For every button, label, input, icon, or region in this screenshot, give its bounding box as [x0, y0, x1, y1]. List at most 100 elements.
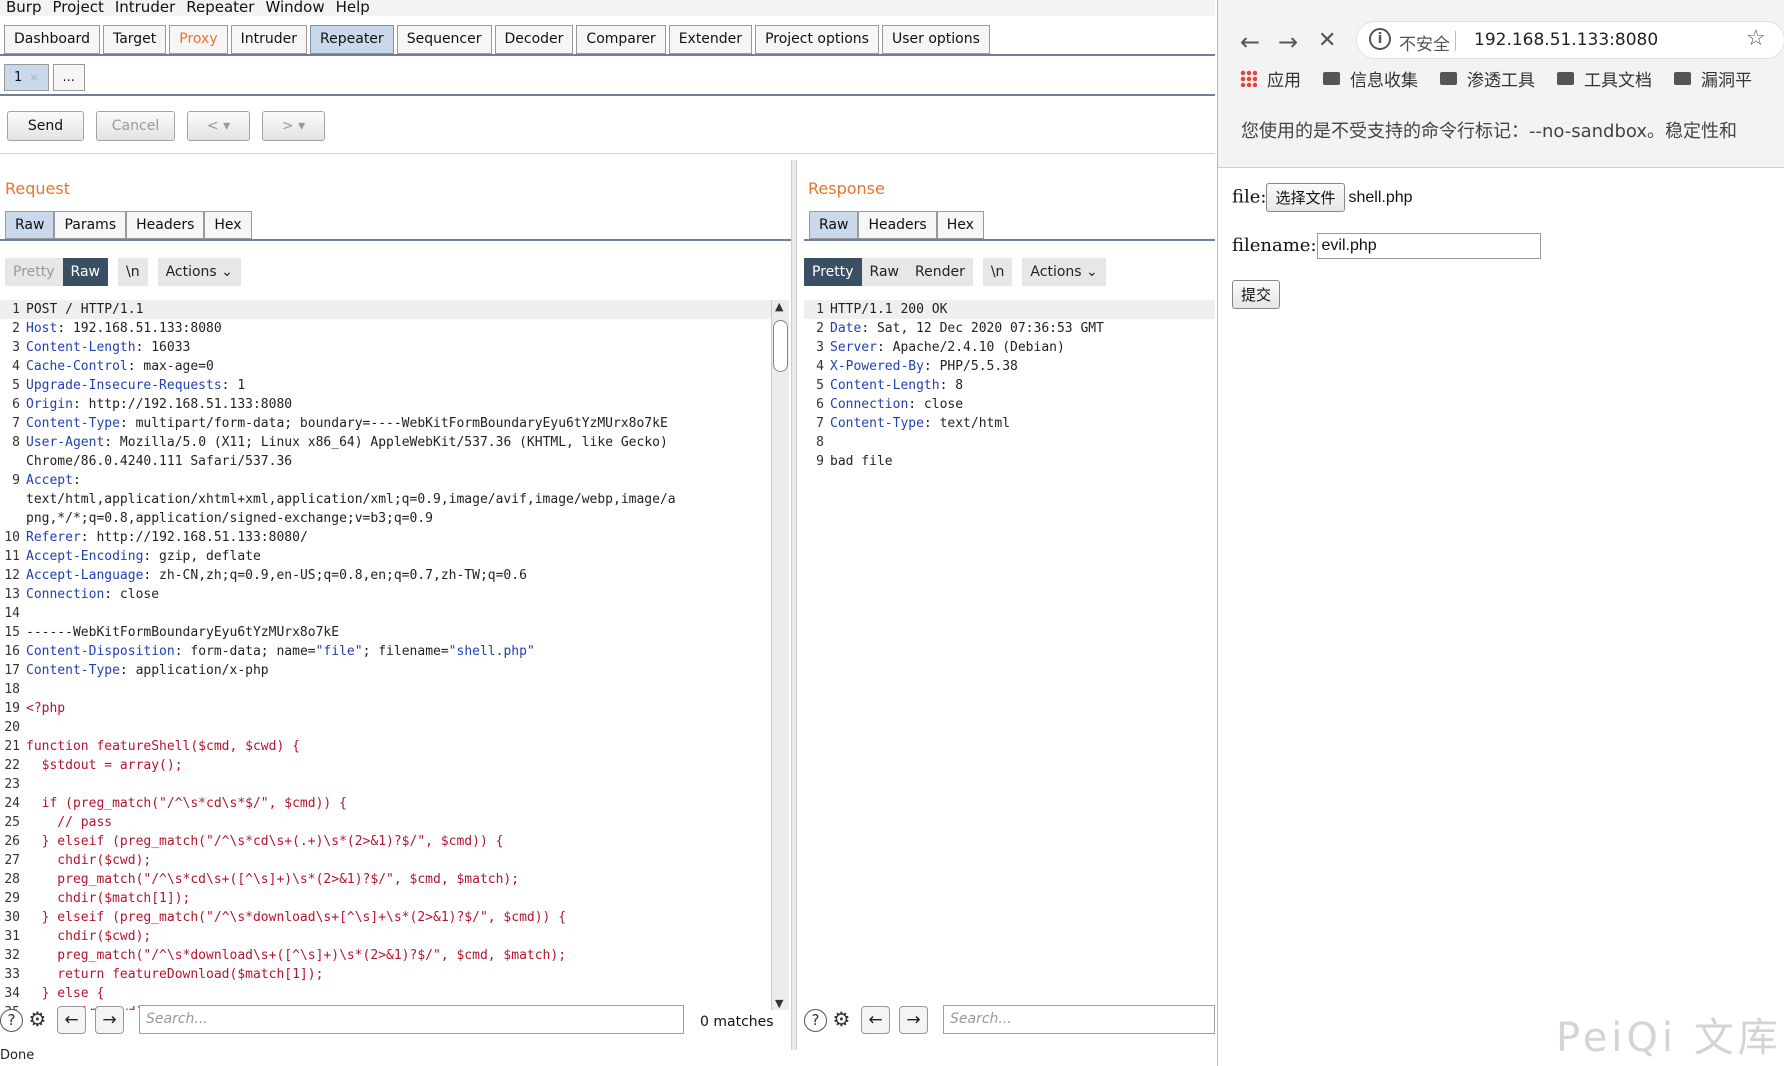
- code-line: 15 ------WebKitFormBoundaryEyu6tYzMUrx8o7…: [0, 623, 771, 642]
- close-icon[interactable]: ×: [29, 71, 38, 84]
- forward-button[interactable]: > ▾: [262, 111, 325, 141]
- tab-target[interactable]: Target: [102, 25, 167, 54]
- response-search-input[interactable]: Search...: [943, 1005, 1215, 1034]
- response-mode-pretty[interactable]: Pretty: [804, 258, 862, 286]
- response-tabs: Raw Headers Hex: [809, 211, 984, 239]
- submit-button[interactable]: 提交: [1232, 280, 1281, 309]
- code-line: 16 Content-Disposition: form-data; name="…: [0, 642, 771, 661]
- code-line: 1 POST / HTTP/1.1: [0, 300, 771, 319]
- menu-help[interactable]: Help: [336, 0, 370, 15]
- request-newline-toggle[interactable]: \n: [117, 258, 148, 286]
- request-editor[interactable]: 1 POST / HTTP/1.1 2 Host: 192.168.51.133:80…: [0, 300, 771, 1010]
- line-number: 8: [12, 435, 20, 450]
- request-tab-hex[interactable]: Hex: [204, 211, 252, 239]
- bookmark-folder[interactable]: 渗透工具: [1440, 66, 1535, 91]
- tab-comparer[interactable]: Comparer: [576, 25, 666, 54]
- response-mode-raw[interactable]: Raw: [861, 258, 907, 286]
- request-scroll-thumb[interactable]: [773, 320, 788, 372]
- response-editor[interactable]: 1 HTTP/1.1 200 OK 2 Date: Sat, 12 Dec 2020 …: [804, 300, 1215, 1010]
- line-number: 29: [4, 891, 20, 906]
- menu-project[interactable]: Project: [53, 0, 104, 15]
- code-line: 9 Accept:: [0, 471, 771, 490]
- request-search-input[interactable]: Search...: [139, 1005, 684, 1034]
- previous-match-button[interactable]: ←: [57, 1006, 86, 1034]
- code-text: } elseif (preg_match("/^\s*download\s+[^…: [26, 910, 567, 925]
- browser-window: ← → ✕ i 不安全 192.168.51.133:8080 ☆ 应用 信息收…: [1217, 0, 1784, 1066]
- help-icon[interactable]: ?: [804, 1009, 827, 1032]
- request-scrollbar[interactable]: ▲ ▼: [771, 300, 789, 1010]
- bookmark-folder[interactable]: 信息收集: [1323, 66, 1418, 91]
- filename-input[interactable]: evil.php: [1316, 233, 1541, 259]
- repeater-tab-new[interactable]: ...: [52, 64, 85, 91]
- gear-icon[interactable]: ⚙: [26, 1009, 49, 1032]
- repeater-tab-label: 1: [14, 70, 23, 85]
- response-tab-headers[interactable]: Headers: [858, 211, 937, 239]
- response-tab-hex[interactable]: Hex: [936, 211, 984, 239]
- code-line: 25 // pass: [0, 813, 771, 832]
- bookmark-folder[interactable]: 漏洞平: [1674, 66, 1752, 91]
- response-title: Response: [808, 179, 885, 198]
- filename-row: filename: evil.php: [1232, 233, 1541, 259]
- line-number: 33: [4, 967, 20, 982]
- tab-project-options[interactable]: Project options: [755, 25, 879, 54]
- request-pane: Request Raw Params Headers Hex Pretty Ra…: [0, 160, 791, 1066]
- url-text[interactable]: 192.168.51.133:8080: [1474, 30, 1658, 50]
- bookmark-apps[interactable]: 应用: [1240, 66, 1301, 91]
- response-actions-dropdown[interactable]: Actions ⌄: [1022, 258, 1106, 286]
- menu-bar: Burp Project Intruder Repeater Window Help: [0, 0, 1215, 16]
- line-number: 26: [4, 834, 20, 849]
- response-mode-render[interactable]: Render: [906, 258, 973, 286]
- code-text: ; filename=: [362, 644, 449, 659]
- help-icon[interactable]: ?: [0, 1009, 23, 1032]
- request-tabs-divider: [0, 239, 791, 241]
- back-arrow-icon[interactable]: ←: [1240, 28, 1260, 56]
- tab-user-options[interactable]: User options: [881, 25, 990, 54]
- line-number: 3: [816, 340, 824, 355]
- forward-arrow-icon[interactable]: →: [1278, 28, 1298, 56]
- tab-intruder[interactable]: Intruder: [230, 25, 308, 54]
- chosen-file-name: shell.php: [1348, 188, 1413, 206]
- repeater-tab-1[interactable]: 1 ×: [4, 64, 49, 91]
- code-text: Content-Type: [26, 416, 120, 431]
- tab-proxy[interactable]: Proxy: [169, 25, 228, 54]
- request-tab-params[interactable]: Params: [54, 211, 127, 239]
- gear-icon[interactable]: ⚙: [830, 1009, 853, 1032]
- tab-decoder[interactable]: Decoder: [494, 25, 574, 54]
- next-match-button[interactable]: →: [899, 1006, 928, 1034]
- previous-match-button[interactable]: ←: [861, 1006, 890, 1034]
- stop-loading-icon[interactable]: ✕: [1318, 28, 1336, 53]
- code-text: : 192.168.51.133:8080: [57, 321, 222, 336]
- response-tab-raw[interactable]: Raw: [809, 211, 859, 239]
- request-tab-raw[interactable]: Raw: [5, 211, 55, 239]
- request-actions-dropdown[interactable]: Actions ⌄: [157, 258, 241, 286]
- pane-splitter[interactable]: [791, 160, 797, 1050]
- menu-repeater[interactable]: Repeater: [186, 0, 254, 15]
- request-mode-pretty[interactable]: Pretty: [5, 258, 63, 286]
- tab-sequencer[interactable]: Sequencer: [396, 25, 492, 54]
- code-line: 32 preg_match("/^\s*download\s+([^\s]+)\…: [0, 946, 771, 965]
- code-text: chdir($cwd);: [26, 929, 152, 944]
- info-icon[interactable]: i: [1369, 28, 1391, 50]
- send-button[interactable]: Send: [7, 111, 84, 141]
- menu-burp[interactable]: Burp: [6, 0, 42, 15]
- tab-dashboard[interactable]: Dashboard: [4, 25, 100, 54]
- address-bar[interactable]: i 不安全 192.168.51.133:8080: [1356, 21, 1784, 59]
- request-mode-raw[interactable]: Raw: [62, 258, 108, 286]
- bookmark-folder[interactable]: 工具文档: [1557, 66, 1652, 91]
- menu-window[interactable]: Window: [265, 0, 324, 15]
- next-match-button[interactable]: →: [95, 1006, 124, 1034]
- code-text: : http://192.168.51.133:8080/: [80, 530, 308, 545]
- menu-intruder[interactable]: Intruder: [115, 0, 175, 15]
- request-tab-headers[interactable]: Headers: [126, 211, 205, 239]
- back-button[interactable]: < ▾: [187, 111, 250, 141]
- code-line: 4 Cache-Control: max-age=0: [0, 357, 771, 376]
- choose-file-button[interactable]: 选择文件: [1266, 183, 1345, 212]
- code-text: Date: [830, 321, 862, 336]
- tab-repeater[interactable]: Repeater: [310, 25, 394, 54]
- tab-extender[interactable]: Extender: [668, 25, 753, 54]
- bookmark-star-icon[interactable]: ☆: [1746, 26, 1766, 51]
- cancel-button[interactable]: Cancel: [96, 111, 175, 141]
- line-number: 6: [816, 397, 824, 412]
- response-newline-toggle[interactable]: \n: [982, 258, 1013, 286]
- scroll-up-icon[interactable]: ▲: [775, 300, 783, 313]
